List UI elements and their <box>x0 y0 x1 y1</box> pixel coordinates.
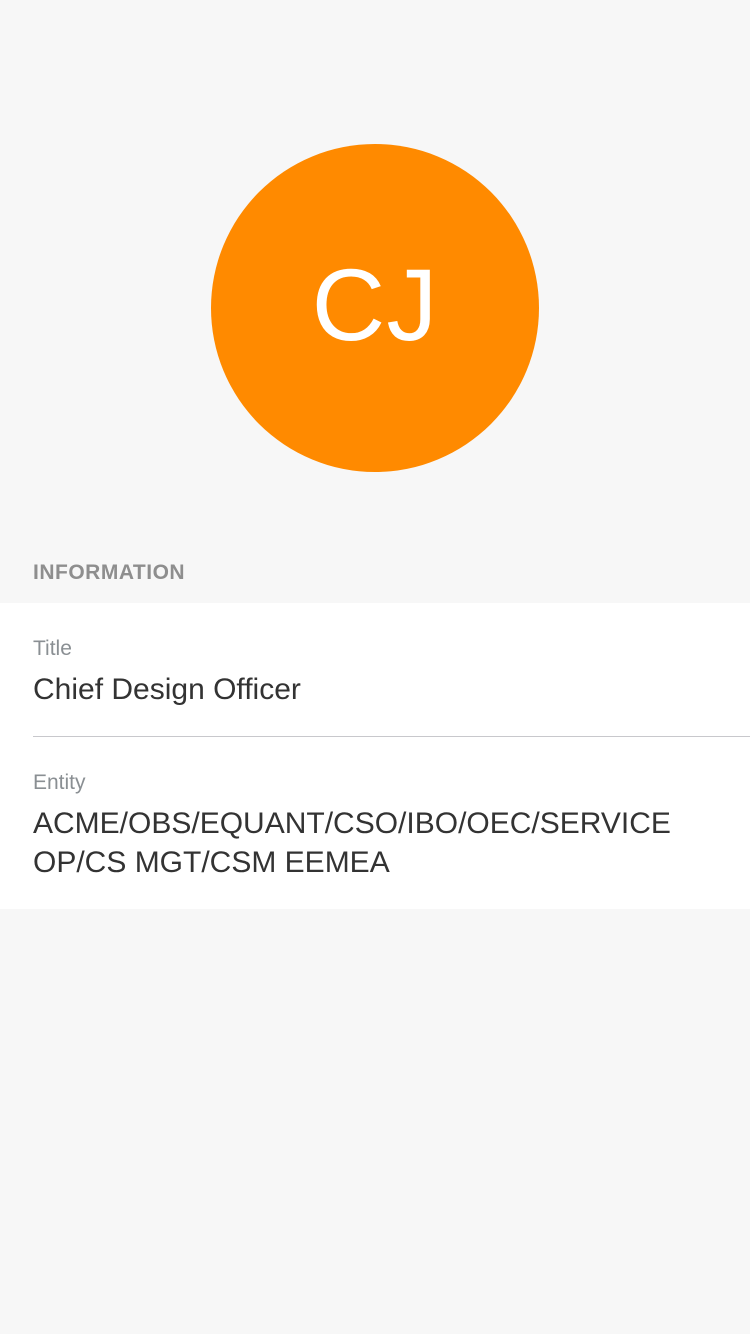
title-label: Title <box>33 637 72 660</box>
entity-value: ACME/OBS/EQUANT/CSO/IBO/OEC/SERVICE OP/C… <box>33 807 671 879</box>
information-card: Title Chief Design Officer Entity ACME/O… <box>0 603 750 909</box>
information-section-header: INFORMATION <box>33 561 186 584</box>
avatar: CJ <box>211 144 539 472</box>
avatar-initials: CJ <box>311 248 439 362</box>
title-value: Chief Design Officer <box>33 673 301 706</box>
row-divider <box>33 736 750 737</box>
entity-label: Entity <box>33 771 86 794</box>
title-row: Title Chief Design Officer <box>33 636 750 709</box>
avatar-container: CJ <box>0 144 750 472</box>
entity-row: Entity ACME/OBS/EQUANT/CSO/IBO/OEC/SERVI… <box>33 770 750 882</box>
